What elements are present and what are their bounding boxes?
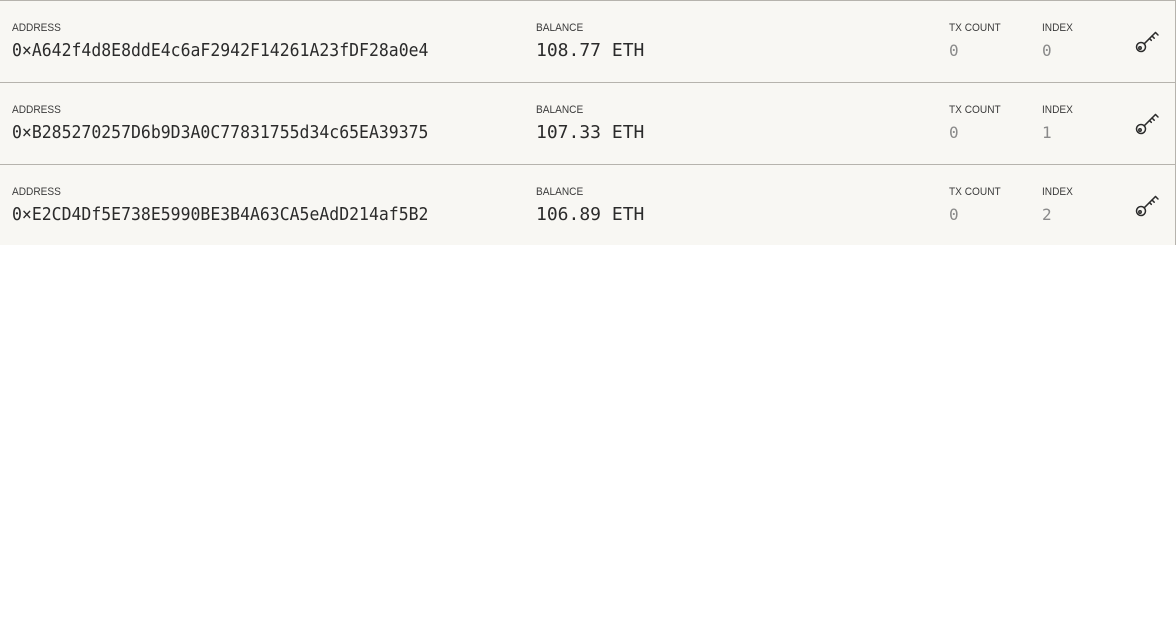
- balance-label: BALANCE: [536, 104, 584, 116]
- accounts-list: ADDRESS 0×A642f4d8E8ddE4c6aF2942F14261A2…: [0, 0, 1176, 245]
- address-label: ADDRESS: [12, 104, 61, 116]
- address-value: 0×A642f4d8E8ddE4c6aF2942F14261A23fDF28a0…: [12, 40, 429, 61]
- tx-count-label: TX COUNT: [949, 186, 1001, 198]
- key-icon: [1135, 113, 1159, 135]
- index-value: 0: [1042, 41, 1052, 60]
- address-value: 0×E2CD4Df5E738E5990BE3B4A63CA5eAdD214af5…: [12, 204, 429, 225]
- balance-column: BALANCE 108.77 ETH: [536, 22, 644, 62]
- tx-count-column: TX COUNT 0: [949, 104, 1005, 144]
- balance-column: BALANCE 106.89 ETH: [536, 186, 644, 226]
- show-keys-button[interactable]: [1133, 109, 1161, 137]
- tx-count-column: TX COUNT 0: [949, 186, 1005, 226]
- index-column: INDEX 2: [1042, 186, 1076, 226]
- show-keys-button[interactable]: [1133, 191, 1161, 219]
- index-value: 1: [1042, 123, 1052, 142]
- index-column: INDEX 0: [1042, 22, 1076, 62]
- address-value: 0×B285270257D6b9D3A0C77831755d34c65EA393…: [12, 122, 429, 143]
- index-label: INDEX: [1042, 104, 1073, 116]
- index-label: INDEX: [1042, 186, 1073, 198]
- address-column: ADDRESS 0×A642f4d8E8ddE4c6aF2942F14261A2…: [12, 22, 467, 62]
- address-label: ADDRESS: [12, 22, 61, 34]
- balance-label: BALANCE: [536, 22, 584, 34]
- index-value: 2: [1042, 205, 1052, 224]
- tx-count-column: TX COUNT 0: [949, 22, 1005, 62]
- index-column: INDEX 1: [1042, 104, 1076, 144]
- account-row: ADDRESS 0×B285270257D6b9D3A0C77831755d34…: [0, 82, 1176, 164]
- tx-count-value: 0: [949, 123, 959, 142]
- balance-column: BALANCE 107.33 ETH: [536, 104, 644, 144]
- balance-value: 108.77 ETH: [536, 40, 645, 61]
- tx-count-value: 0: [949, 41, 959, 60]
- tx-count-label: TX COUNT: [949, 104, 1001, 116]
- address-label: ADDRESS: [12, 186, 61, 198]
- address-column: ADDRESS 0×E2CD4Df5E738E5990BE3B4A63CA5eA…: [12, 186, 467, 226]
- key-icon: [1135, 195, 1159, 217]
- key-icon: [1135, 31, 1159, 53]
- show-keys-button[interactable]: [1133, 27, 1161, 55]
- account-row: ADDRESS 0×E2CD4Df5E738E5990BE3B4A63CA5eA…: [0, 164, 1176, 245]
- balance-value: 107.33 ETH: [536, 122, 645, 143]
- account-row: ADDRESS 0×A642f4d8E8ddE4c6aF2942F14261A2…: [0, 0, 1176, 82]
- tx-count-label: TX COUNT: [949, 22, 1001, 34]
- balance-label: BALANCE: [536, 186, 584, 198]
- index-label: INDEX: [1042, 22, 1073, 34]
- address-column: ADDRESS 0×B285270257D6b9D3A0C77831755d34…: [12, 104, 467, 144]
- balance-value: 106.89 ETH: [536, 204, 645, 225]
- tx-count-value: 0: [949, 205, 959, 224]
